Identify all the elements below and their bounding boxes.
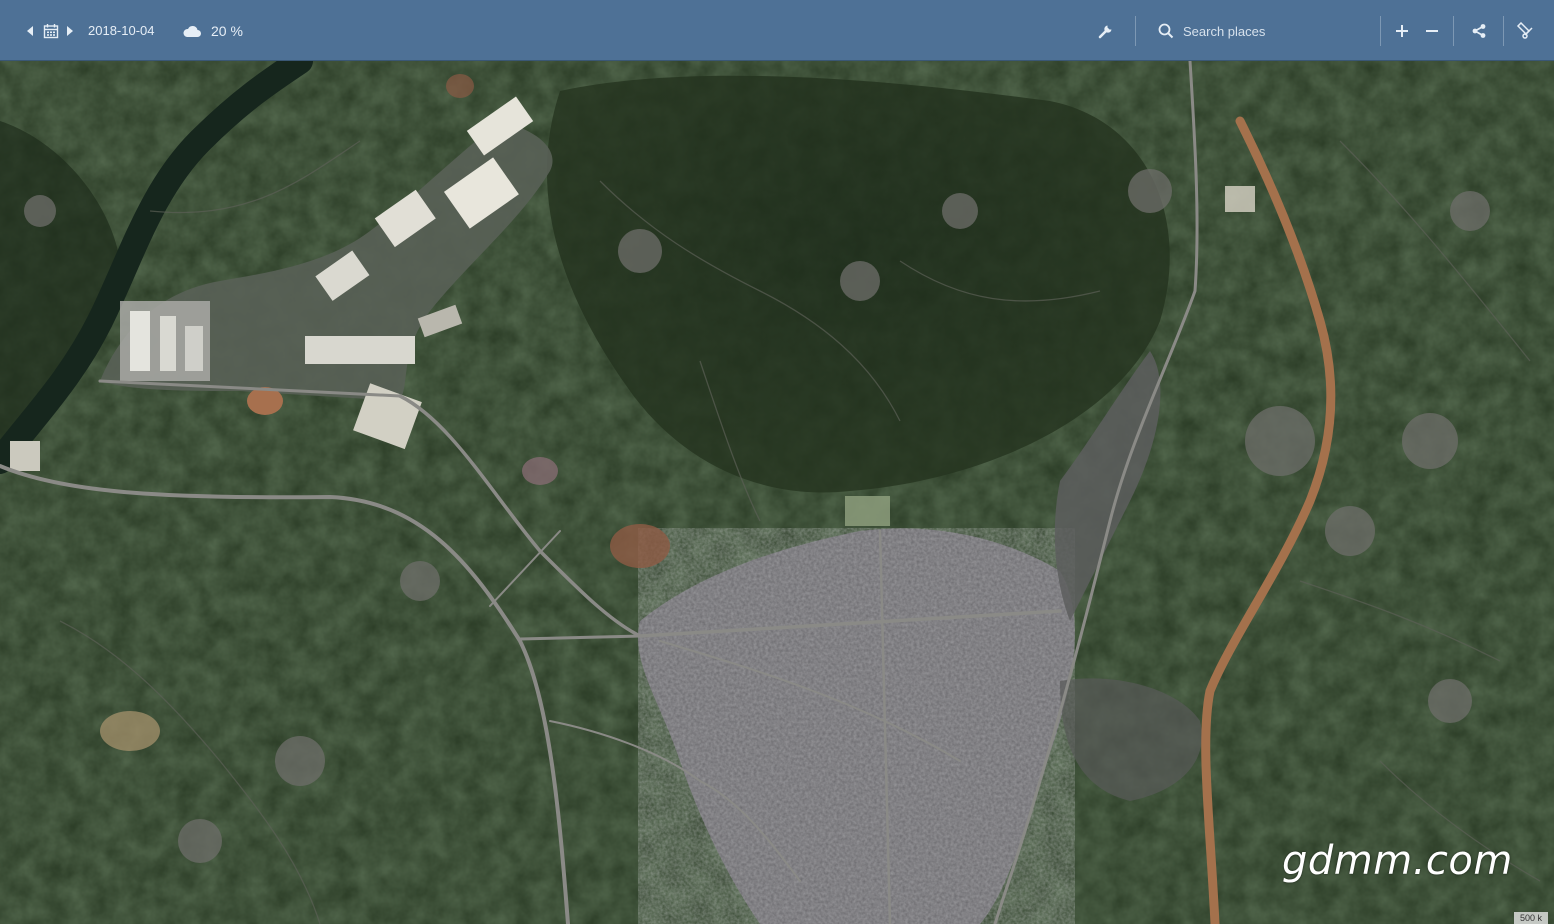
wrench-icon bbox=[1098, 25, 1112, 38]
satellite-map[interactable] bbox=[0, 61, 1554, 924]
calendar-button[interactable] bbox=[40, 0, 62, 61]
search-input[interactable] bbox=[1183, 18, 1373, 44]
share-button[interactable] bbox=[1468, 0, 1490, 61]
share-icon bbox=[1472, 23, 1486, 38]
chevron-right-icon bbox=[67, 25, 73, 36]
toolbar-divider bbox=[1503, 16, 1504, 46]
toolbar-divider bbox=[1453, 16, 1454, 46]
cloud-coverage-button[interactable] bbox=[180, 0, 204, 61]
tools-button[interactable] bbox=[1094, 0, 1118, 61]
satellite-imagery[interactable] bbox=[0, 61, 1554, 924]
toolbar-divider bbox=[1380, 16, 1381, 46]
scale-bar: 500 k bbox=[1513, 912, 1548, 924]
toolbar: 2018-10-04 20 % bbox=[0, 0, 1554, 61]
search-icon bbox=[1156, 0, 1176, 61]
calendar-icon bbox=[43, 23, 59, 38]
minus-icon bbox=[1426, 29, 1438, 32]
watermark-text: gdmm.com bbox=[1282, 838, 1513, 884]
date-label[interactable]: 2018-10-04 bbox=[88, 0, 155, 61]
next-date-button[interactable] bbox=[62, 0, 78, 61]
plus-icon bbox=[1396, 24, 1408, 37]
map-app: 2018-10-04 20 % Search places gdmm.com 5… bbox=[0, 0, 1554, 924]
chevron-left-icon bbox=[27, 25, 33, 36]
zoom-in-button[interactable] bbox=[1391, 0, 1413, 61]
zoom-out-button[interactable] bbox=[1421, 0, 1443, 61]
sports-field bbox=[845, 496, 890, 526]
facility-building bbox=[1225, 186, 1255, 212]
previous-date-button[interactable] bbox=[22, 0, 38, 61]
measure-button[interactable] bbox=[1513, 0, 1537, 61]
cloud-coverage-value[interactable]: 20 % bbox=[211, 0, 243, 61]
toolbar-divider bbox=[1135, 16, 1136, 46]
measure-icon bbox=[1516, 21, 1533, 39]
cloud-icon bbox=[183, 25, 201, 37]
